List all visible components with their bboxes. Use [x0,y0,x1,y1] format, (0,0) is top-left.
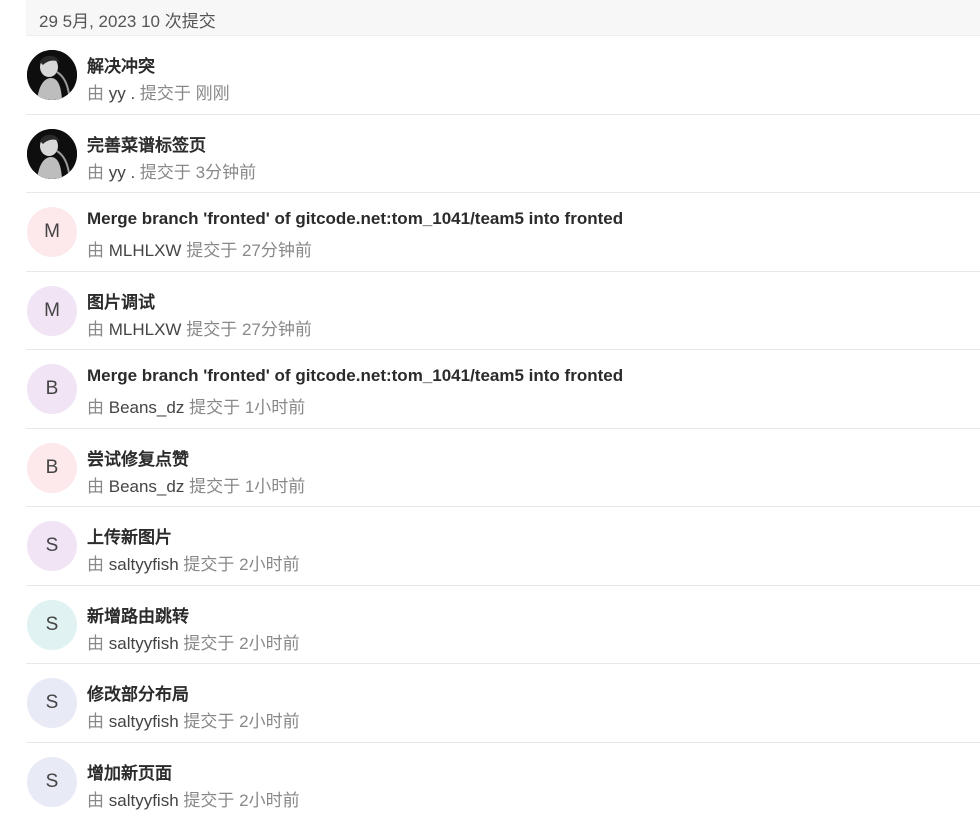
commit-title[interactable]: 解决冲突 [87,52,155,77]
committed-label: 提交于 [139,84,191,103]
user-avatar[interactable]: S [27,756,77,807]
commit-author[interactable]: saltyyfish [109,712,179,731]
commit-time: 2小时前 [239,633,300,653]
committed-label: 提交于 [183,790,235,810]
user-avatar[interactable]: S [27,678,77,728]
commit-author[interactable]: MLHLXW [109,241,182,260]
committed-label: 提交于 [183,633,235,653]
user-avatar[interactable]: S [27,521,77,571]
committed-label: 提交于 [189,476,241,496]
commit-list: 解决冲突 由 yy . 提交于 刚刚 完善菜谱标签页 由 yy . 提交于 3分… [26,36,980,821]
committed-label: 提交于 [139,162,191,182]
by-label: 由 [87,162,104,182]
commit-meta: 由 yy . 提交于 刚刚 [87,79,230,104]
commit-author[interactable]: yy . [109,84,135,103]
commit-time: 27分钟前 [241,319,312,339]
commit-row[interactable]: S 修改部分布局 由 saltyyfish 提交于 2小时前 [26,664,980,743]
commit-row[interactable]: S 上传新图片 由 saltyyfish 提交于 2小时前 [26,507,980,586]
commit-row[interactable]: M Merge branch 'fronted' of gitcode.net:… [26,193,980,272]
commit-meta: 由 saltyyfish 提交于 2小时前 [87,550,300,575]
commit-time: 刚刚 [195,84,230,103]
commit-time: 1小时前 [244,476,306,496]
avatar-photo-icon [27,128,77,179]
user-avatar[interactable]: B [27,442,77,493]
commit-author[interactable]: saltyyfish [109,634,179,653]
commit-row[interactable]: B 尝试修复点赞 由 Beans_dz 提交于 1小时前 [26,429,980,507]
commit-date-summary: 29 5月, 2023 10 次提交 [39,12,216,31]
commit-date-header: 29 5月, 2023 10 次提交 [26,0,980,36]
commit-meta: 由 saltyyfish 提交于 2小时前 [87,707,300,732]
commit-row[interactable]: M 图片调试 由 MLHLXW 提交于 27分钟前 [26,272,980,350]
commit-title[interactable]: Merge branch 'fronted' of gitcode.net:to… [87,209,623,229]
commit-time: 2小时前 [239,790,300,810]
user-avatar[interactable]: B [27,364,77,414]
by-label: 由 [87,398,104,417]
commit-author[interactable]: Beans_dz [109,398,185,417]
committed-label: 提交于 [183,555,235,574]
by-label: 由 [87,633,104,653]
commit-meta: 由 saltyyfish 提交于 2小时前 [87,629,300,654]
commit-author[interactable]: saltyyfish [109,791,179,810]
commit-meta: 由 Beans_dz 提交于 1小时前 [87,393,305,418]
commit-meta: 由 yy . 提交于 3分钟前 [87,158,256,183]
commit-time: 1小时前 [244,398,306,417]
commit-time: 3分钟前 [195,162,257,182]
committed-label: 提交于 [186,319,238,339]
user-avatar[interactable] [27,128,77,179]
commit-author[interactable]: MLHLXW [109,320,182,339]
commit-row[interactable]: B Merge branch 'fronted' of gitcode.net:… [26,350,980,429]
by-label: 由 [87,319,104,339]
commit-time: 2小时前 [239,712,300,731]
committed-label: 提交于 [183,712,235,731]
committed-label: 提交于 [186,241,238,260]
commit-title[interactable]: 新增路由跳转 [87,602,189,627]
commit-meta: 由 MLHLXW 提交于 27分钟前 [87,236,312,261]
by-label: 由 [87,555,104,574]
committed-label: 提交于 [189,398,241,417]
commit-row[interactable]: S 增加新页面 由 saltyyfish 提交于 2小时前 [26,743,980,821]
user-avatar[interactable] [27,50,77,100]
commit-title[interactable]: 上传新图片 [87,523,172,548]
commit-time: 2小时前 [239,555,300,574]
user-avatar[interactable]: M [27,207,77,257]
commit-meta: 由 MLHLXW 提交于 27分钟前 [87,315,312,340]
by-label: 由 [87,241,104,260]
commit-meta: 由 saltyyfish 提交于 2小时前 [87,786,300,811]
by-label: 由 [87,476,104,496]
commit-row[interactable]: S 新增路由跳转 由 saltyyfish 提交于 2小时前 [26,586,980,664]
commit-author[interactable]: Beans_dz [109,477,185,496]
commit-title[interactable]: 尝试修复点赞 [87,445,189,470]
commit-row[interactable]: 完善菜谱标签页 由 yy . 提交于 3分钟前 [26,115,980,193]
commit-title[interactable]: 图片调试 [87,288,155,313]
commit-author[interactable]: saltyyfish [109,555,179,574]
user-avatar[interactable]: M [27,285,77,336]
user-avatar[interactable]: S [27,599,77,650]
commit-row[interactable]: 解决冲突 由 yy . 提交于 刚刚 [26,36,980,115]
by-label: 由 [87,790,104,810]
commit-time: 27分钟前 [241,241,312,260]
commit-title[interactable]: 增加新页面 [87,759,172,784]
commit-meta: 由 Beans_dz 提交于 1小时前 [87,472,305,497]
commit-title[interactable]: 修改部分布局 [87,680,189,705]
by-label: 由 [87,84,104,103]
commit-title[interactable]: 完善菜谱标签页 [87,131,206,156]
commit-title[interactable]: Merge branch 'fronted' of gitcode.net:to… [87,366,623,386]
by-label: 由 [87,712,104,731]
avatar-photo-icon [27,50,77,100]
commit-author[interactable]: yy . [109,163,135,182]
